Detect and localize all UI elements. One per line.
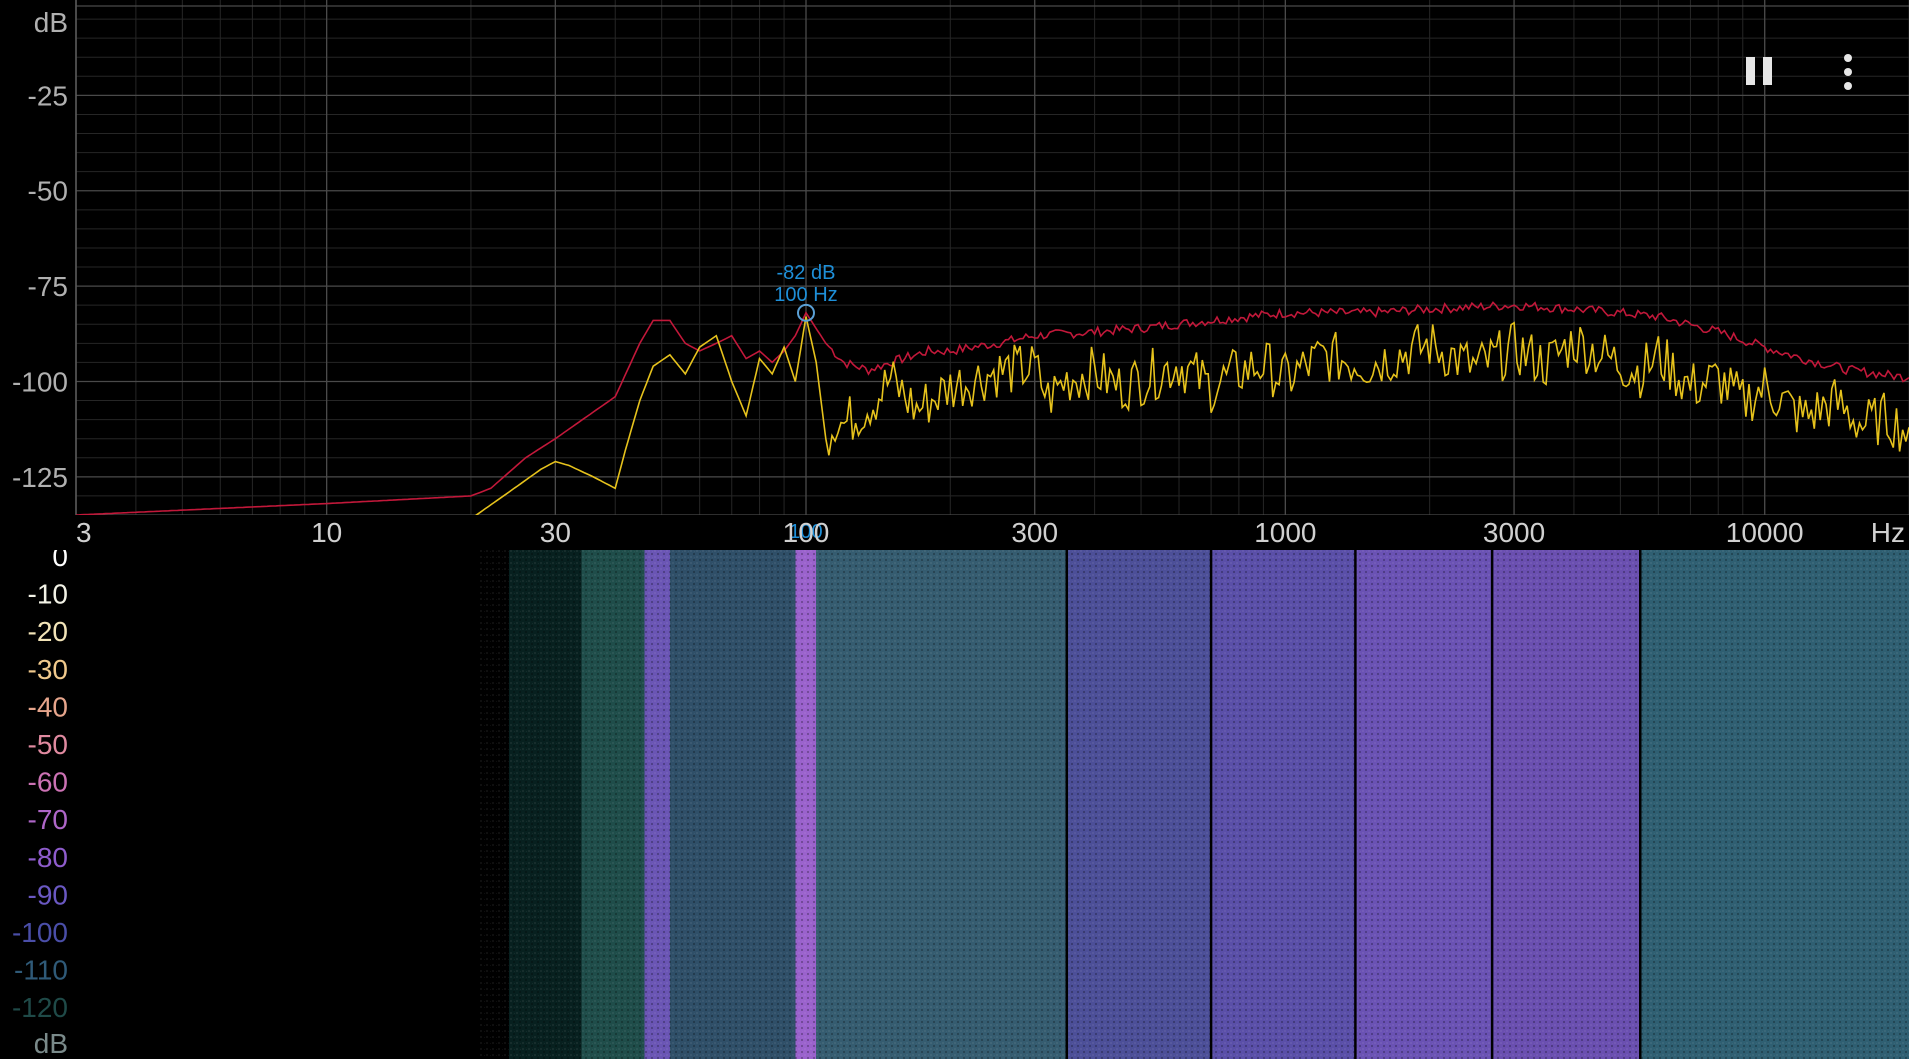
- y-tick-label: -50: [28, 176, 68, 207]
- db-scale-label: -10: [28, 579, 68, 610]
- y-tick-label: -125: [12, 462, 68, 493]
- db-scale-label: -70: [28, 804, 68, 835]
- db-scale-label: 0: [52, 550, 68, 572]
- pause-button[interactable]: [1740, 52, 1780, 92]
- y-tick-label: -25: [28, 80, 68, 111]
- x-tick-label: 3: [76, 517, 92, 548]
- db-scale-label: -30: [28, 654, 68, 685]
- db-scale-label: -90: [28, 879, 68, 910]
- db-scale-label: -20: [28, 616, 68, 647]
- more-vert-icon: [1844, 54, 1852, 62]
- x-tick-label: 30: [540, 517, 571, 548]
- x-tick-label: 10: [311, 517, 342, 548]
- spectrogram[interactable]: dB 0 -10 -20 -30 -40 -50 -60 -70 -80 -90 -100 -110 -…: [0, 550, 1909, 1059]
- cursor-hz-label: 100 Hz: [774, 284, 837, 306]
- db-scale-label: -120: [12, 992, 68, 1023]
- x-unit-label: Hz: [1871, 517, 1905, 548]
- more-vert-icon-dot: [1844, 68, 1852, 76]
- spectrum-chart[interactable]: -82 dB 100 Hz dB -25 -50 -75 -100 -125 Hz 10…: [0, 0, 1909, 550]
- x-tick-label: 3000: [1483, 517, 1545, 548]
- cursor-db-label: -82 dB: [777, 262, 836, 284]
- y-tick-label: -100: [12, 366, 68, 397]
- db-scale-label: -110: [14, 955, 68, 986]
- pause-icon: [1746, 57, 1755, 85]
- db-scale-label: -100: [12, 917, 68, 948]
- x-tick-label: 10000: [1726, 517, 1804, 548]
- y-unit-label: dB: [34, 7, 68, 38]
- x-tick-label: 300: [1011, 517, 1058, 548]
- more-options-button[interactable]: [1830, 50, 1866, 94]
- db-scale-label: -50: [28, 729, 68, 760]
- more-vert-icon-dot: [1844, 82, 1852, 90]
- pause-icon-bar: [1763, 57, 1772, 85]
- db-scale-label: -40: [28, 691, 68, 722]
- db-scale-label: -60: [28, 767, 68, 798]
- x-tick-label: 100: [783, 517, 830, 548]
- db-scale-label: -80: [28, 842, 68, 873]
- x-tick-label: 1000: [1254, 517, 1316, 548]
- db-unit-label: dB: [34, 1028, 68, 1059]
- y-tick-label: -75: [28, 271, 68, 302]
